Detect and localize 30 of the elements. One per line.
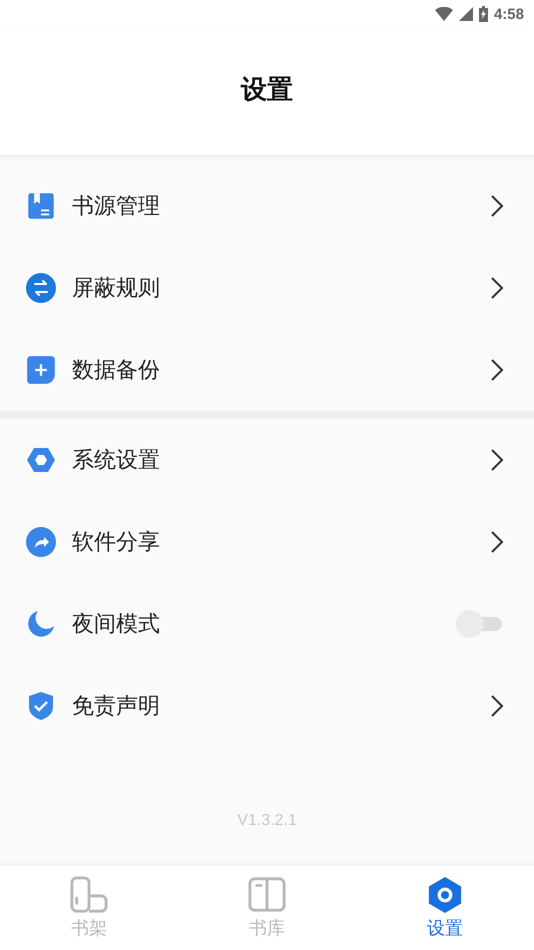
settings-item[interactable]: 免责声明 [72, 691, 474, 721]
shelf-icon [70, 876, 108, 914]
status-time: 4:58 [494, 6, 524, 22]
nav-tab[interactable]: 设置 [356, 866, 534, 950]
share-icon [26, 527, 56, 557]
signal-icon [458, 7, 473, 21]
settings-item[interactable]: 屏蔽规则 [72, 273, 474, 303]
shield-check-icon [26, 691, 56, 721]
settings-item[interactable]: 夜间模式 [72, 609, 440, 639]
chevron-right-icon [490, 358, 504, 382]
chevron-right-icon [490, 694, 504, 718]
night-mode-switch[interactable] [456, 609, 504, 639]
page-title: 设置 [241, 74, 293, 107]
settings-item[interactable]: 系统设置 [72, 445, 474, 475]
settings-item[interactable]: 软件分享 [72, 527, 474, 557]
settings-icon [426, 876, 464, 914]
chevron-right-icon [490, 448, 504, 472]
book-icon [26, 191, 56, 221]
moon-icon [26, 609, 56, 639]
swap-icon [26, 273, 56, 303]
chevron-right-icon [490, 276, 504, 300]
plus-icon [26, 355, 56, 385]
chevron-right-icon [490, 194, 504, 218]
chevron-right-icon [490, 530, 504, 554]
open-book-icon [248, 876, 286, 914]
battery-charging-icon [478, 6, 488, 22]
settings-item[interactable]: 数据备份 [72, 355, 474, 385]
hexagon-icon [26, 445, 56, 475]
settings-item[interactable]: 书源管理 [72, 191, 474, 221]
wifi-icon [434, 7, 453, 21]
